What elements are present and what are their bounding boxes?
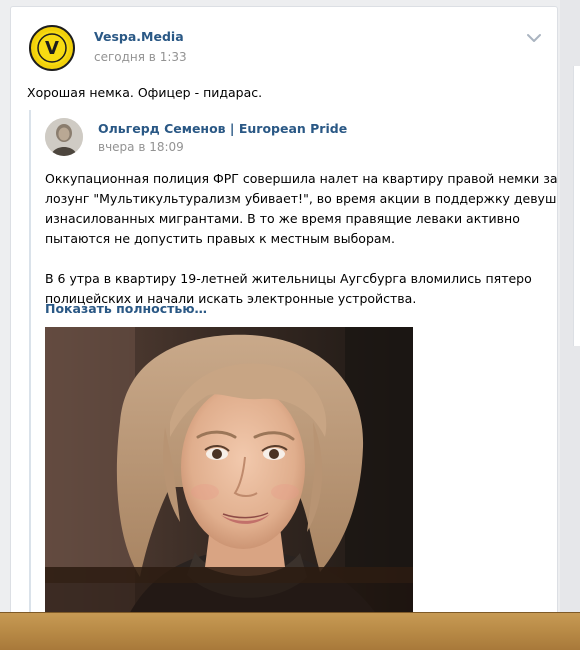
bottom-bar [0, 612, 580, 650]
repost-text-line: В 6 утра в квартиру 19-летней жительницы… [45, 271, 532, 286]
repost-text-line: Оккупационная полиция ФРГ совершила нале… [45, 171, 558, 186]
repost-text-line: пытаются не допустить правых к местным в… [45, 231, 395, 246]
repost-author-avatar[interactable] [45, 118, 83, 156]
chevron-down-icon[interactable] [525, 31, 543, 45]
repost-text: Оккупационная полиция ФРГ совершила нале… [45, 169, 558, 309]
vespa-logo-icon: V [35, 31, 69, 65]
post-text: Хорошая немка. Офицер - пидарас. [27, 85, 263, 100]
community-avatar[interactable]: V [29, 25, 75, 71]
repost-timestamp[interactable]: вчера в 18:09 [98, 140, 184, 154]
post-card: V Vespa.Media сегодня в 1:33 Хорошая нем… [10, 6, 558, 649]
post-header: V Vespa.Media сегодня в 1:33 [27, 23, 541, 75]
post-timestamp[interactable]: сегодня в 1:33 [94, 50, 187, 64]
logo-letter: V [45, 38, 59, 59]
adjacent-card-edge [573, 66, 580, 346]
repost-text-line: изнасилованных мигрантами. В то же время… [45, 211, 520, 226]
repost-text-line: лозунг "Мультикультурализм убивает!", во… [45, 191, 558, 206]
post-photo[interactable] [45, 327, 413, 648]
show-more-link[interactable]: Показать полностью… [45, 301, 207, 316]
repost-author-link[interactable]: Ольгерд Семенов | European Pride [98, 121, 347, 136]
page-background-right [560, 0, 580, 649]
post-author-link[interactable]: Vespa.Media [94, 29, 184, 44]
repost-block: Ольгерд Семенов | European Pride вчера в… [29, 110, 558, 648]
